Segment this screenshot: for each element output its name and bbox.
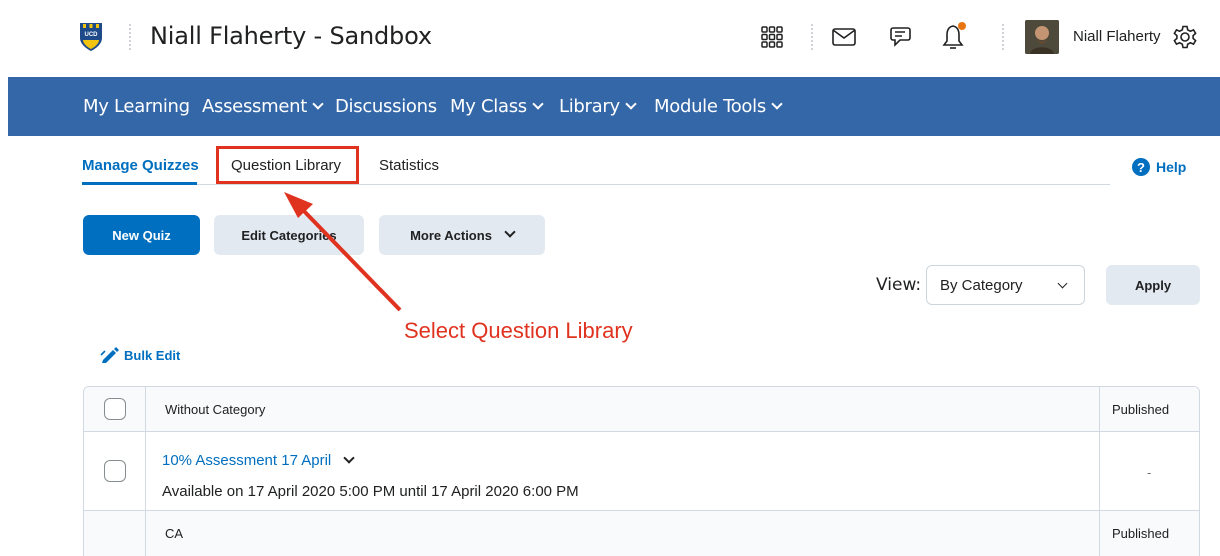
apps-grid-icon[interactable]: [757, 20, 787, 54]
ucd-logo[interactable]: UCD: [79, 22, 103, 52]
quiz-table: Without Category Published 10% Assessmen…: [83, 386, 1200, 556]
chevron-down-icon: [312, 98, 324, 110]
new-quiz-button[interactable]: New Quiz: [83, 215, 200, 255]
nav-assessment[interactable]: Assessment: [202, 96, 324, 117]
nav-my-learning[interactable]: My Learning: [83, 96, 190, 117]
mail-icon[interactable]: [829, 20, 859, 54]
svg-text:UCD: UCD: [85, 32, 99, 38]
bulk-edit-link[interactable]: Bulk Edit: [100, 346, 180, 364]
help-label: Help: [1156, 159, 1187, 175]
column-divider: [1099, 511, 1100, 556]
bulk-edit-label: Bulk Edit: [124, 347, 181, 363]
quiz-availability: Available on 17 April 2020 5:00 PM until…: [162, 483, 579, 500]
annotation-text: Select Question Library: [404, 318, 633, 343]
help-icon: ?: [1132, 158, 1150, 176]
active-tab-indicator: [82, 182, 197, 185]
nav-my-class[interactable]: My Class: [450, 96, 544, 117]
column-divider: [1099, 432, 1100, 510]
chevron-down-icon: [771, 98, 783, 110]
view-select-value: By Category: [940, 276, 1023, 294]
org-title[interactable]: Niall Flaherty - Sandbox: [150, 22, 432, 50]
nav-module-tools[interactable]: Module Tools: [654, 96, 783, 117]
header-divider: [811, 24, 813, 50]
header-divider: [129, 24, 131, 50]
chevron-down-icon: [625, 98, 637, 110]
column-divider: [145, 432, 146, 510]
category-row: Without Category Published: [84, 387, 1199, 432]
help-link[interactable]: ? Help: [1132, 158, 1186, 176]
user-name[interactable]: Niall Flaherty: [1073, 28, 1161, 45]
tab-divider: [82, 184, 1110, 185]
tab-manage-quizzes[interactable]: Manage Quizzes: [82, 157, 199, 174]
quiz-checkbox[interactable]: [104, 460, 126, 482]
quiz-name-link[interactable]: 10% Assessment 17 April: [162, 452, 355, 469]
more-actions-label: More Actions: [410, 227, 492, 243]
category-row: CA Published: [84, 511, 1199, 556]
published-header: Published: [1112, 402, 1170, 417]
category-name: Without Category: [165, 402, 266, 417]
chevron-down-icon: [532, 98, 544, 110]
quiz-published-status: -: [1147, 465, 1152, 480]
user-avatar[interactable]: [1025, 20, 1059, 54]
column-divider: [1099, 387, 1100, 431]
category-name: CA: [165, 526, 184, 541]
chevron-down-icon: [504, 226, 516, 238]
apply-button[interactable]: Apply: [1106, 265, 1200, 305]
chevron-down-icon[interactable]: [343, 452, 355, 464]
column-divider: [145, 387, 146, 431]
view-label: View:: [876, 275, 922, 295]
top-header: UCD Niall Flaherty - Sandbox Niall Flahe…: [0, 0, 1220, 76]
gear-icon[interactable]: [1170, 20, 1200, 54]
bell-icon[interactable]: [940, 20, 970, 54]
nav-discussions[interactable]: Discussions: [335, 96, 437, 117]
column-divider: [145, 511, 146, 556]
edit-categories-button[interactable]: Edit Categories: [214, 215, 364, 255]
chat-icon[interactable]: [885, 20, 915, 54]
published-header: Published: [1112, 526, 1170, 541]
chevron-down-icon: [1057, 278, 1068, 289]
more-actions-button[interactable]: More Actions: [379, 215, 545, 255]
table-row: 10% Assessment 17 April Available on 17 …: [84, 432, 1199, 511]
tab-statistics[interactable]: Statistics: [379, 157, 439, 174]
pencil-icon: [100, 347, 119, 363]
header-divider: [1002, 24, 1004, 50]
view-select[interactable]: By Category: [926, 265, 1085, 305]
category-checkbox[interactable]: [104, 398, 126, 420]
nav-library[interactable]: Library: [559, 96, 637, 117]
annotation-highlight-box: [216, 146, 359, 184]
main-navbar: My Learning Assessment Discussions My Cl…: [8, 77, 1220, 136]
